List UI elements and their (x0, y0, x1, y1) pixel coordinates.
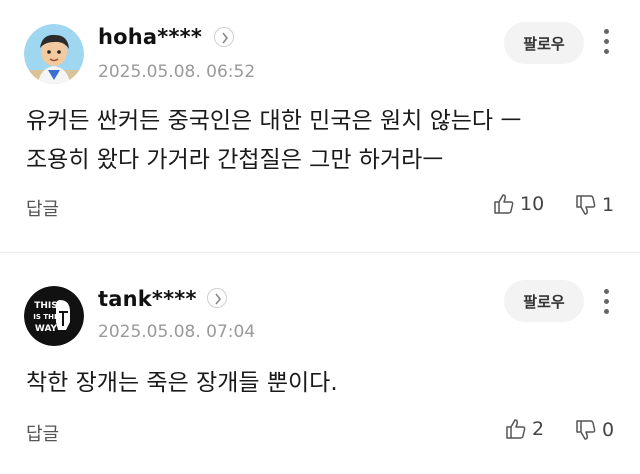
reply-button[interactable]: 답글 (26, 420, 59, 446)
dislike-count: 0 (602, 419, 615, 441)
follow-button[interactable]: 팔로우 (504, 280, 584, 322)
comment-text-line: 조용히 왔다 가거라 간첩질은 그만 하거라ㅡ (26, 147, 444, 173)
comment-text-line: 유커든 싼커든 중국인은 대한 민국은 원치 않는다 ㅡ (26, 108, 522, 134)
avatar[interactable] (24, 24, 84, 84)
username[interactable]: tank**** (98, 287, 197, 311)
thumbs-up-icon (494, 194, 514, 214)
timestamp: 2025.05.08. 06:52 (98, 62, 256, 82)
like-count: 2 (532, 418, 545, 440)
timestamp: 2025.05.08. 07:04 (98, 322, 256, 342)
comment-item: THIS IS THE WAY tank**** 2025.05.08. 07:… (0, 254, 640, 474)
more-options-icon[interactable] (600, 27, 614, 57)
cartoon-person-avatar-icon (24, 24, 84, 84)
like-button[interactable]: 2 (504, 417, 544, 441)
username[interactable]: hoha**** (98, 25, 202, 49)
dislike-count: 1 (602, 194, 615, 216)
dislike-button[interactable]: 1 (574, 193, 614, 217)
svg-text:WAY: WAY (35, 324, 58, 334)
this-is-the-way-logo-icon: THIS IS THE WAY (24, 286, 84, 346)
comment-text-line: 착한 장개는 죽은 장개들 뿐이다. (26, 370, 338, 396)
svg-text:IS THE: IS THE (33, 313, 59, 321)
dislike-button[interactable]: 0 (574, 418, 614, 442)
svg-text:THIS: THIS (34, 301, 58, 311)
thumbs-down-icon (576, 420, 596, 440)
thumbs-down-icon (576, 195, 596, 215)
more-options-icon[interactable] (600, 287, 614, 317)
avatar[interactable]: THIS IS THE WAY (24, 286, 84, 346)
profile-chevron-icon[interactable] (207, 288, 227, 308)
profile-chevron-icon[interactable] (214, 27, 234, 47)
reply-button[interactable]: 답글 (26, 195, 59, 221)
comment-item: hoha**** 2025.05.08. 06:52 팔로우 유커든 싼커든 중… (0, 0, 640, 252)
thumbs-up-icon (506, 419, 526, 439)
like-count: 10 (520, 193, 545, 215)
comment-divider (0, 252, 640, 253)
follow-button[interactable]: 팔로우 (504, 22, 584, 64)
comment-text: 유커든 싼커든 중국인은 대한 민국은 원치 않는다 ㅡ 조용히 왔다 가거라 … (26, 102, 616, 180)
like-button[interactable]: 10 (492, 192, 544, 216)
comment-text: 착한 장개는 죽은 장개들 뿐이다. (26, 364, 616, 403)
